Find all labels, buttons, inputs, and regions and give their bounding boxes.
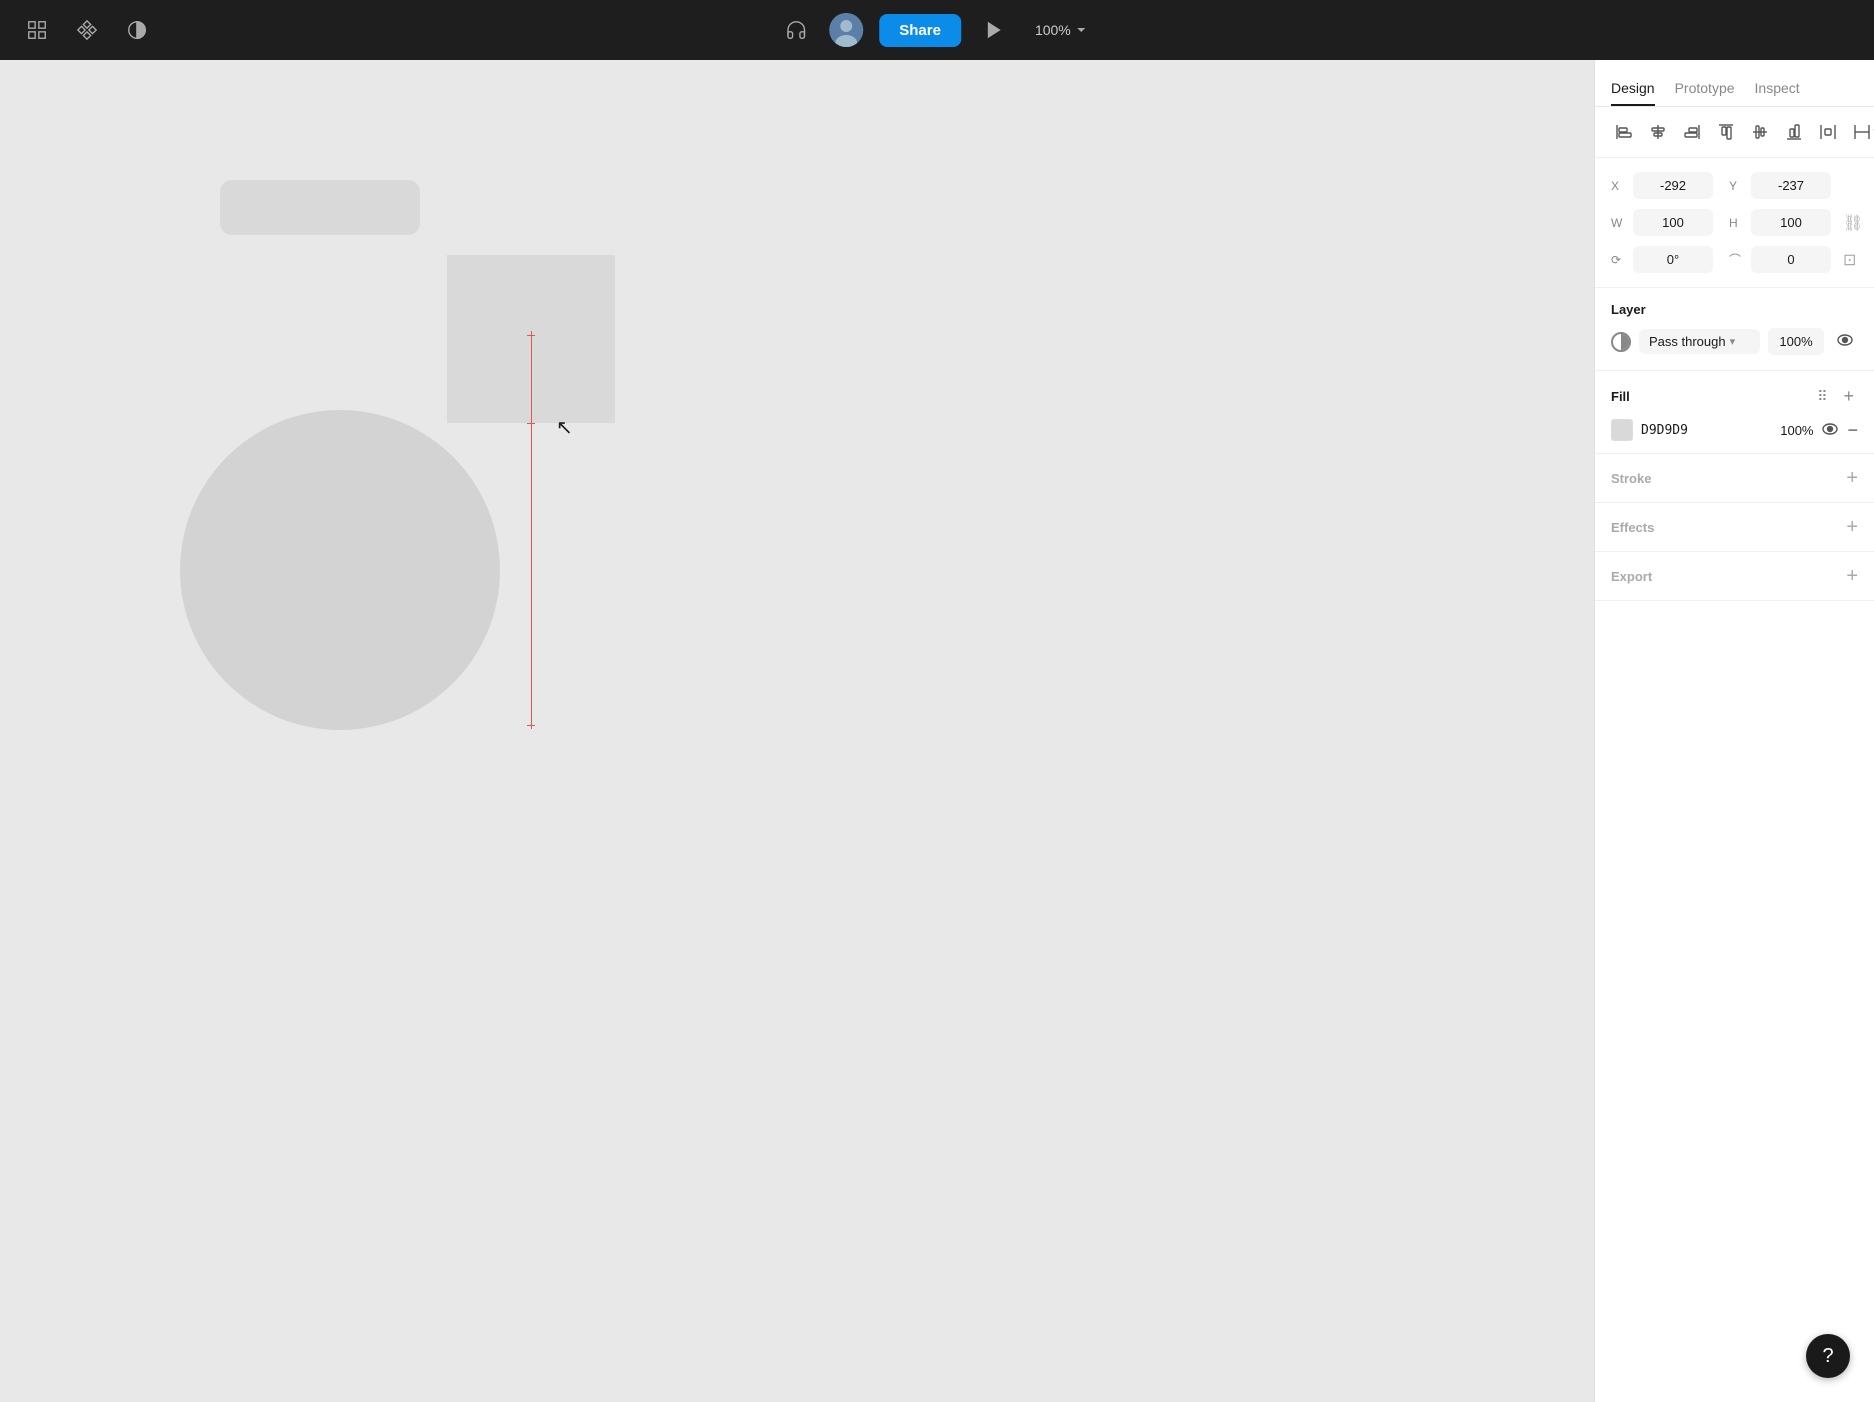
distribute-button[interactable]: [1815, 119, 1841, 145]
fill-remove-button[interactable]: −: [1847, 421, 1858, 439]
fill-title: Fill: [1611, 389, 1630, 404]
fill-actions: ⠿ +: [1813, 385, 1858, 407]
panel-tabs: Design Prototype Inspect: [1595, 60, 1874, 107]
rotation-input[interactable]: [1633, 246, 1713, 273]
rounded-rect-shape[interactable]: [220, 180, 420, 235]
export-title: Export: [1611, 569, 1652, 584]
stroke-title: Stroke: [1611, 471, 1651, 486]
fill-section: Fill ⠿ + D9D9D9 100% −: [1595, 371, 1874, 454]
right-panel: Design Prototype Inspect: [1594, 60, 1874, 1402]
blend-mode-icon: [1611, 332, 1631, 352]
fill-color-swatch[interactable]: [1611, 419, 1633, 441]
play-button[interactable]: [977, 13, 1011, 47]
corner-icon[interactable]: ⊡: [1843, 250, 1856, 270]
fill-opacity-value[interactable]: 100%: [1771, 423, 1813, 438]
radius-input[interactable]: [1751, 246, 1831, 273]
layer-visibility-button[interactable]: [1832, 327, 1858, 356]
effects-title: Effects: [1611, 520, 1654, 535]
y-label: Y: [1729, 179, 1743, 193]
w-h-row: W H ⛓: [1611, 209, 1858, 236]
frame-tool-button[interactable]: [20, 13, 54, 47]
w-label: W: [1611, 216, 1625, 230]
rotation-icon: ⟳: [1611, 253, 1625, 267]
blend-mode-select[interactable]: Pass through ▾: [1639, 329, 1760, 354]
export-section: Export +: [1595, 552, 1874, 601]
opacity-input[interactable]: [1768, 328, 1824, 355]
topbar-left: [20, 13, 154, 47]
fill-row: D9D9D9 100% −: [1595, 415, 1874, 453]
avatar[interactable]: [829, 13, 863, 47]
circle-shape[interactable]: [180, 410, 500, 730]
main-area: ↖ Design Prototype Inspect: [0, 60, 1874, 1402]
w-input[interactable]: [1633, 209, 1713, 236]
position-section: X Y W H ⛓ ⟳ ⌒ ⊡: [1595, 158, 1874, 288]
topbar-center: Share 100%: [779, 13, 1095, 47]
more-distribute-button[interactable]: [1849, 119, 1874, 145]
align-top-button[interactable]: [1713, 119, 1739, 145]
stroke-section: Stroke +: [1595, 454, 1874, 503]
component-tool-button[interactable]: [70, 13, 104, 47]
align-right-button[interactable]: [1679, 119, 1705, 145]
help-button[interactable]: ?: [1806, 1334, 1850, 1378]
h-input[interactable]: [1751, 209, 1831, 236]
x-input[interactable]: [1633, 172, 1713, 199]
zoom-control[interactable]: 100%: [1027, 17, 1095, 43]
square-shape[interactable]: [447, 255, 615, 423]
fill-header: Fill ⠿ +: [1595, 371, 1874, 415]
contrast-tool-button[interactable]: [120, 13, 154, 47]
align-center-h-button[interactable]: [1645, 119, 1671, 145]
y-input[interactable]: [1751, 172, 1831, 199]
h-label: H: [1729, 216, 1743, 230]
tab-inspect[interactable]: Inspect: [1755, 72, 1800, 106]
fill-add-button[interactable]: +: [1839, 385, 1858, 407]
effects-section: Effects +: [1595, 503, 1874, 552]
x-label: X: [1611, 179, 1625, 193]
share-button[interactable]: Share: [879, 14, 961, 47]
radius-icon: ⌒: [1729, 251, 1743, 268]
layer-row: Pass through ▾: [1611, 327, 1858, 356]
fill-visibility-button[interactable]: [1821, 420, 1839, 441]
blend-chevron-icon: ▾: [1730, 335, 1736, 348]
align-section: [1595, 107, 1874, 158]
fill-hex-value[interactable]: D9D9D9: [1641, 423, 1763, 438]
layer-title: Layer: [1611, 302, 1858, 317]
topbar: Share 100%: [0, 0, 1874, 60]
x-y-row: X Y: [1611, 172, 1858, 199]
chain-icon[interactable]: ⛓: [1843, 213, 1863, 233]
export-add-button[interactable]: +: [1846, 566, 1858, 586]
layer-section: Layer Pass through ▾: [1595, 288, 1874, 371]
canvas[interactable]: ↖: [0, 60, 1594, 1402]
headphone-button[interactable]: [779, 13, 813, 47]
effects-add-button[interactable]: +: [1846, 517, 1858, 537]
tab-design[interactable]: Design: [1611, 72, 1655, 106]
align-left-button[interactable]: [1611, 119, 1637, 145]
stroke-add-button[interactable]: +: [1846, 468, 1858, 488]
fill-options-button[interactable]: ⠿: [1813, 386, 1831, 407]
align-center-v-button[interactable]: [1747, 119, 1773, 145]
rotation-radius-row: ⟳ ⌒ ⊡: [1611, 246, 1858, 273]
tab-prototype[interactable]: Prototype: [1675, 72, 1735, 106]
align-bottom-button[interactable]: [1781, 119, 1807, 145]
